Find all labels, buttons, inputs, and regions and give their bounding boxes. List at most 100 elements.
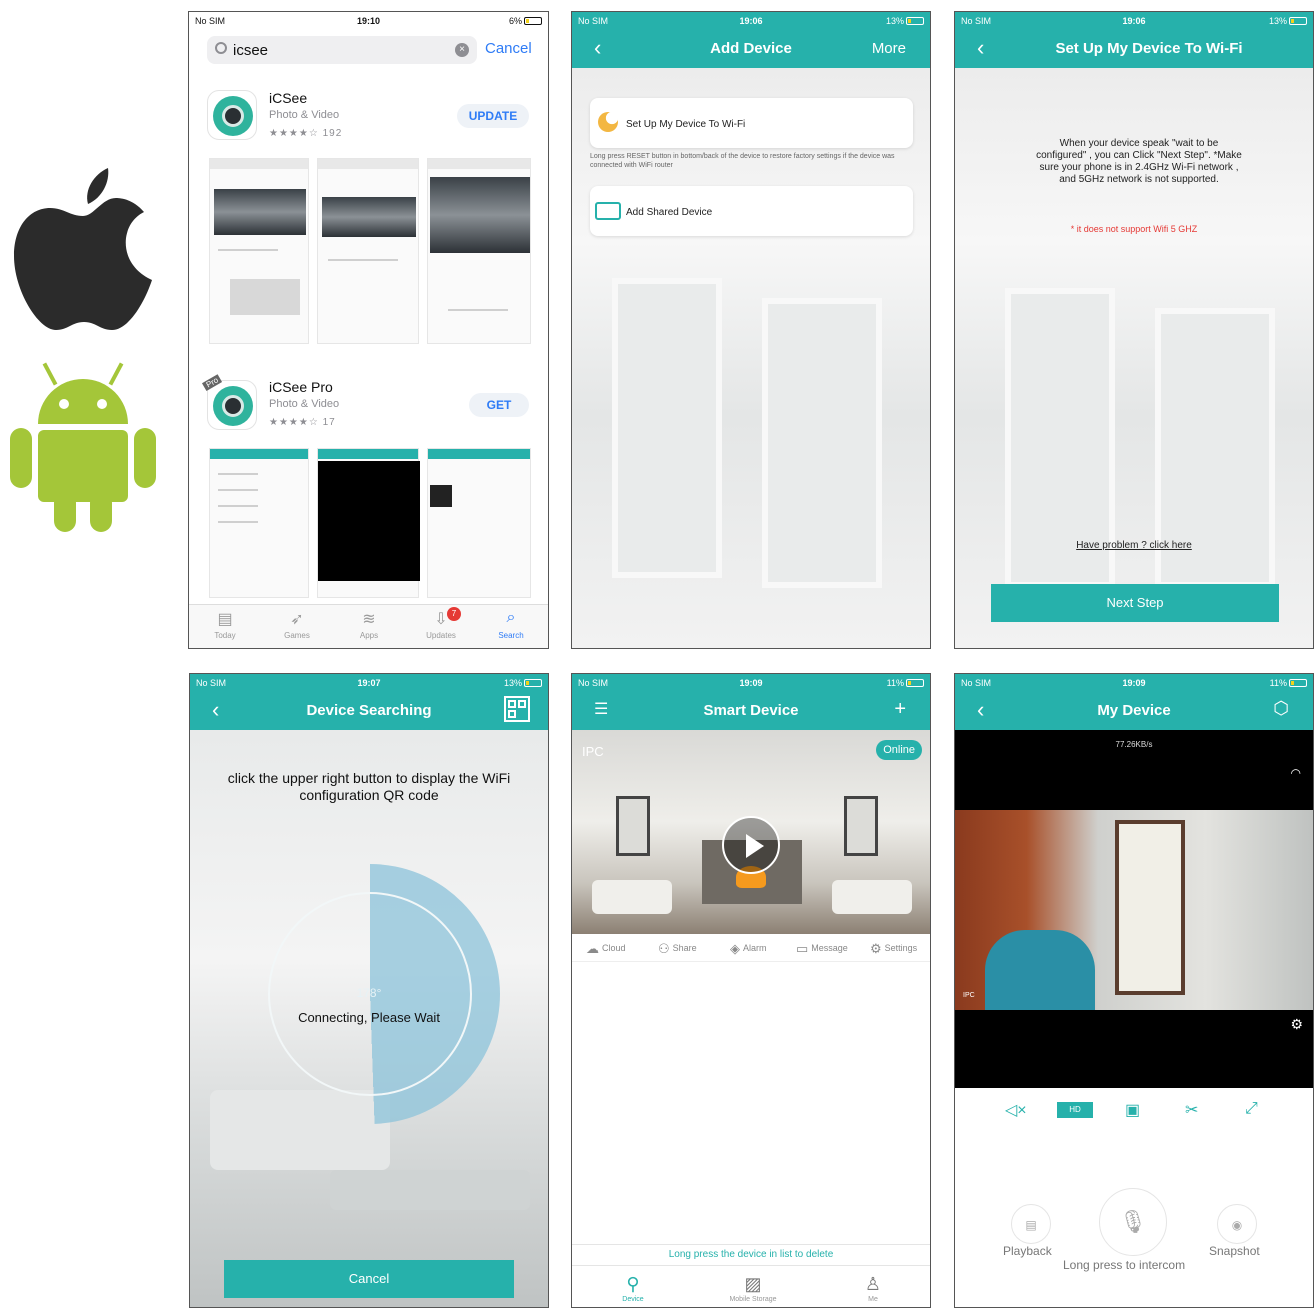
fullscreen-icon[interactable]: ⤢: [1245, 1100, 1258, 1118]
scissors-icon[interactable]: ✂: [1185, 1100, 1198, 1120]
help-link[interactable]: Have problem ? click here: [955, 540, 1313, 551]
battery-level: 13%: [504, 678, 542, 688]
playback-label: Playback: [1003, 1244, 1052, 1258]
page-title: My Device: [1097, 702, 1171, 719]
platform-logos: [0, 0, 175, 1308]
search-input[interactable]: icsee ×: [207, 36, 477, 64]
connecting-status: Connecting, Please Wait: [298, 1010, 440, 1025]
status-bar: No SIM 19:06 13%: [572, 12, 930, 30]
message-button[interactable]: ▭ Message: [796, 941, 848, 957]
cloud-button[interactable]: ☁ Cloud: [586, 941, 626, 957]
battery-icon: [524, 17, 542, 25]
app-rating: ★★★★☆ 17: [269, 417, 336, 428]
battery-level: 11%: [887, 678, 924, 688]
progress-degree: 178°: [356, 986, 382, 1000]
battery-level: 13%: [1269, 16, 1307, 26]
page-title: Device Searching: [306, 702, 432, 719]
back-button[interactable]: ‹: [212, 699, 219, 721]
today-icon: ▤: [217, 611, 233, 628]
updates-badge: 7: [447, 607, 461, 621]
tab-mobile-storage[interactable]: ▨ Mobile Storage: [708, 1274, 798, 1303]
share-button[interactable]: ⚇ Share: [658, 941, 697, 957]
next-step-button[interactable]: Next Step: [991, 584, 1279, 622]
device-searching-screen: No SIM 19:07 13% ‹ Device Searching clic…: [189, 673, 549, 1308]
status-bar: No SIM 19:06 13%: [955, 12, 1313, 30]
app-store-screen: No SIM 19:10 6% icsee × Cancel iCSee Pho…: [188, 11, 549, 649]
update-button[interactable]: UPDATE: [457, 104, 529, 128]
battery-icon: [906, 679, 924, 687]
app-category: Photo & Video: [269, 398, 340, 410]
playback-button[interactable]: ▤: [1011, 1204, 1051, 1244]
tab-bar: ▤ Today ➶ Games ≋ Apps ⇩ Updates 7 ⌕ Search: [189, 604, 548, 648]
setup-wifi-option[interactable]: Set Up My Device To Wi-Fi: [590, 98, 913, 148]
page-title: Set Up My Device To Wi-Fi: [1055, 40, 1243, 57]
more-button[interactable]: More: [872, 40, 906, 57]
tab-search[interactable]: ⌕ Search: [481, 609, 541, 640]
alarm-button[interactable]: ◈ Alarm: [730, 941, 767, 957]
my-device-screen: No SIM 19:09 11% ‹ My Device ⬡ IPC ◠ ⚙ 7…: [954, 673, 1314, 1308]
download-icon: ⇩: [434, 611, 448, 628]
status-bar: No SIM 19:09 11%: [572, 674, 930, 692]
bitrate: 77.26KB/s: [1115, 740, 1153, 749]
apple-logo-icon: [14, 168, 152, 330]
live-video[interactable]: IPC ◠ ⚙: [955, 730, 1313, 1088]
menu-icon[interactable]: ☰: [594, 700, 608, 720]
tab-updates[interactable]: ⇩ Updates 7: [411, 607, 471, 640]
tab-me[interactable]: ♙ Me: [828, 1274, 918, 1303]
screenshot-thumb: [209, 448, 309, 598]
tab-games[interactable]: ➶ Games: [267, 609, 327, 640]
app-name[interactable]: iCSee: [269, 90, 307, 106]
add-shared-device-option[interactable]: Add Shared Device: [590, 186, 913, 236]
location-pin-icon: ⚲: [626, 1274, 640, 1294]
back-button[interactable]: ‹: [977, 699, 984, 721]
play-icon[interactable]: [722, 816, 780, 874]
snapshot-button[interactable]: ◉: [1217, 1204, 1257, 1244]
battery-level: 11%: [1270, 678, 1307, 688]
hd-toggle[interactable]: HD: [1057, 1102, 1093, 1118]
record-icon[interactable]: ▣: [1125, 1100, 1140, 1120]
icsee-pro-app-icon[interactable]: [207, 380, 257, 430]
cancel-button[interactable]: Cancel: [224, 1260, 514, 1298]
add-icon[interactable]: +: [894, 698, 906, 721]
back-button[interactable]: ‹: [977, 37, 984, 59]
clear-icon[interactable]: ×: [455, 43, 469, 57]
ptz-icon[interactable]: ⚙: [1290, 1016, 1303, 1033]
status-bar: No SIM 19:07 13%: [190, 674, 548, 692]
gear-icon: ⚙: [870, 941, 882, 956]
settings-button[interactable]: ⚙ Settings: [870, 941, 917, 957]
delete-hint: Long press the device in list to delete: [572, 1244, 930, 1266]
screenshot-thumb: [317, 448, 420, 598]
search-icon: [215, 42, 227, 54]
collage: No SIM 19:10 6% icsee × Cancel iCSee Pho…: [0, 0, 1316, 1308]
tab-today[interactable]: ▤ Today: [195, 609, 255, 640]
get-button[interactable]: GET: [469, 393, 529, 417]
back-button[interactable]: ‹: [594, 37, 601, 59]
search-text: icsee: [233, 42, 269, 59]
cancel-button[interactable]: Cancel: [485, 40, 532, 57]
alarm-icon: ◈: [730, 941, 740, 956]
qr-code-icon[interactable]: [504, 696, 530, 722]
intercom-button[interactable]: 🎙: [1099, 1188, 1167, 1256]
search-icon: ⌕: [506, 609, 516, 626]
shared-device-icon: [595, 202, 621, 220]
smart-device-screen: No SIM 19:09 11% ☰ Smart Device + IPC On…: [571, 673, 931, 1308]
screenshot-thumb: [427, 158, 531, 344]
icsee-app-icon[interactable]: [207, 90, 257, 140]
camera-icon: ◉: [1231, 1218, 1243, 1232]
share-icon: ⚇: [658, 941, 670, 956]
mute-icon[interactable]: ◁×: [1005, 1100, 1027, 1120]
app-name[interactable]: iCSee Pro: [269, 379, 333, 395]
setup-wifi-screen: No SIM 19:06 13% ‹ Set Up My Device To W…: [954, 11, 1314, 649]
tab-device[interactable]: ⚲ Device: [588, 1274, 678, 1303]
tab-apps[interactable]: ≋ Apps: [339, 609, 399, 640]
wifi-setup-icon: [598, 112, 618, 132]
rocket-icon: ➶: [290, 611, 304, 628]
battery-level: 13%: [886, 16, 924, 26]
wifi-signal-icon: ◠: [1290, 766, 1301, 780]
setup-instructions: When your device speak "wait to be confi…: [1036, 138, 1242, 185]
online-badge: Online: [876, 740, 922, 760]
screenshot-thumb: [427, 448, 531, 598]
settings-icon[interactable]: ⬡: [1273, 698, 1289, 719]
battery-icon: [1289, 17, 1307, 25]
clock: 19:10: [356, 16, 381, 26]
